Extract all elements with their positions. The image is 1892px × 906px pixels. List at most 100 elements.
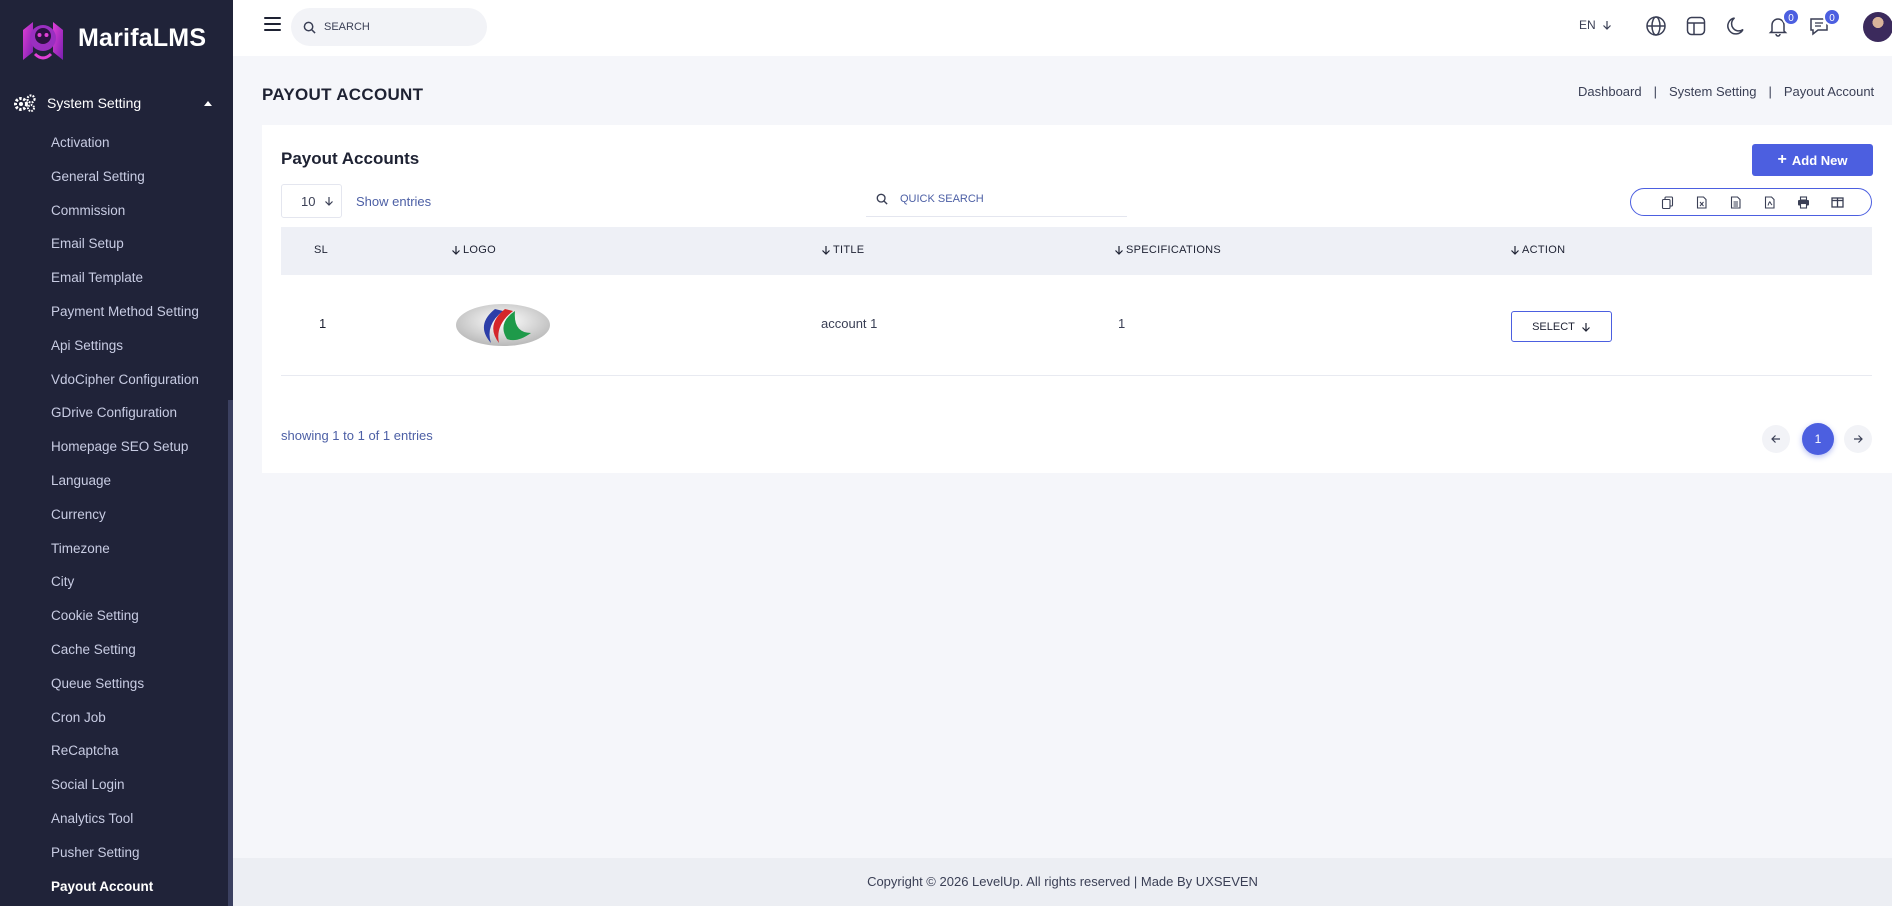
- page-length-select[interactable]: 10: [281, 184, 342, 218]
- language-label: EN: [1579, 18, 1596, 32]
- arrow-down-icon: [1602, 21, 1611, 30]
- sidebar-scrollbar[interactable]: [228, 400, 233, 906]
- footer: Copyright © 2026 LevelUp. All rights res…: [233, 858, 1892, 906]
- sidebar-item-queue-settings[interactable]: Queue Settings: [0, 667, 233, 701]
- quick-search-input[interactable]: [900, 192, 1100, 205]
- pdf-icon[interactable]: [1752, 189, 1786, 215]
- search-box[interactable]: [291, 8, 487, 46]
- sidebar-section-system-setting[interactable]: System Setting: [0, 80, 233, 126]
- column-header-sl[interactable]: SL: [314, 244, 328, 256]
- account-logo-image: [456, 304, 550, 346]
- breadcrumb-separator: |: [1653, 84, 1657, 99]
- print-icon[interactable]: [1786, 189, 1820, 215]
- bell-icon[interactable]: 0: [1767, 8, 1800, 39]
- action-select-label: SELECT: [1532, 320, 1575, 333]
- breadcrumb-dashboard[interactable]: Dashboard: [1578, 84, 1642, 99]
- avatar[interactable]: [1863, 12, 1892, 42]
- brand-logo-icon: [23, 22, 63, 60]
- sidebar-submenu: Activation General Setting Commission Em…: [0, 126, 233, 903]
- moon-icon[interactable]: [1726, 15, 1750, 39]
- action-select-button[interactable]: SELECT: [1511, 311, 1612, 342]
- message-badge: 0: [1823, 8, 1841, 26]
- copyright-text: Copyright © 2026 LevelUp. All rights res…: [867, 874, 1258, 889]
- card-title: Payout Accounts: [281, 149, 420, 168]
- sidebar-item-cron-job[interactable]: Cron Job: [0, 701, 233, 735]
- add-new-button[interactable]: + Add New: [1752, 144, 1873, 176]
- csv-icon[interactable]: [1718, 189, 1752, 215]
- arrow-down-icon: [1581, 322, 1590, 332]
- sidebar-item-cookie-setting[interactable]: Cookie Setting: [0, 599, 233, 633]
- sidebar-section-label: System Setting: [47, 95, 142, 111]
- sort-arrow-icon: [452, 246, 460, 255]
- sidebar-item-city[interactable]: City: [0, 565, 233, 599]
- menu-icon[interactable]: [264, 17, 281, 31]
- notification-badge: 0: [1782, 8, 1800, 26]
- caret-up-icon: [204, 100, 212, 106]
- table-header: SL LOGO TITLE SPECIFICATIONS ACTION: [281, 227, 1872, 275]
- brand-name: MarifaLMS: [78, 23, 207, 52]
- column-header-specifications[interactable]: SPECIFICATIONS: [1114, 244, 1221, 256]
- sort-arrow-icon: [1511, 246, 1519, 255]
- copy-icon[interactable]: [1650, 189, 1684, 215]
- quick-search[interactable]: [866, 181, 1127, 217]
- sidebar-item-email-setup[interactable]: Email Setup: [0, 227, 233, 261]
- sidebar-item-vdocipher-configuration[interactable]: VdoCipher Configuration: [0, 363, 233, 397]
- sidebar-item-recaptcha[interactable]: ReCaptcha: [0, 734, 233, 768]
- page-length-value: 10: [301, 193, 316, 209]
- breadcrumb-system-setting[interactable]: System Setting: [1669, 84, 1756, 99]
- sidebar-item-currency[interactable]: Currency: [0, 498, 233, 532]
- next-page-button[interactable]: [1844, 425, 1872, 453]
- sidebar-item-activation[interactable]: Activation: [0, 126, 233, 160]
- sidebar-item-homepage-seo-setup[interactable]: Homepage SEO Setup: [0, 430, 233, 464]
- sidebar-item-gdrive-configuration[interactable]: GDrive Configuration: [0, 396, 233, 430]
- column-header-title[interactable]: TITLE: [821, 244, 864, 256]
- table-row: 1 account 1 1 SELECT: [281, 275, 1872, 376]
- arrow-left-icon: [1771, 435, 1780, 443]
- cell-sl: 1: [319, 316, 327, 331]
- cell-specifications: 1: [1118, 316, 1126, 331]
- page-button-current[interactable]: 1: [1802, 423, 1834, 455]
- show-entries-label: Show entries: [356, 194, 432, 209]
- breadcrumb: Dashboard | System Setting | Payout Acco…: [1578, 84, 1874, 99]
- sidebar-item-timezone[interactable]: Timezone: [0, 532, 233, 566]
- sidebar-item-social-login[interactable]: Social Login: [0, 768, 233, 802]
- search-icon: [876, 193, 888, 205]
- sidebar-item-language[interactable]: Language: [0, 464, 233, 498]
- layout-icon[interactable]: [1685, 15, 1709, 39]
- excel-icon[interactable]: [1684, 189, 1718, 215]
- breadcrumb-payout-account: Payout Account: [1783, 84, 1875, 99]
- arrow-right-icon: [1854, 435, 1863, 443]
- sort-arrow-icon: [1115, 246, 1123, 255]
- add-new-label: Add New: [1791, 152, 1848, 168]
- export-button-group: [1630, 188, 1872, 216]
- sidebar-item-analytics-tool[interactable]: Analytics Tool: [0, 802, 233, 836]
- plus-icon: +: [1777, 151, 1787, 168]
- sidebar-item-payout-account[interactable]: Payout Account: [0, 870, 233, 904]
- topbar: EN 0 0: [233, 0, 1892, 56]
- columns-icon[interactable]: [1820, 189, 1854, 215]
- breadcrumb-separator: |: [1768, 84, 1772, 99]
- brand[interactable]: MarifaLMS: [0, 0, 233, 76]
- sidebar-item-api-settings[interactable]: Api Settings: [0, 329, 233, 363]
- sidebar-item-pusher-setting[interactable]: Pusher Setting: [0, 836, 233, 870]
- sidebar-item-payment-method-setting[interactable]: Payment Method Setting: [0, 295, 233, 329]
- cell-title: account 1: [821, 316, 878, 331]
- previous-page-button[interactable]: [1762, 425, 1790, 453]
- globe-icon[interactable]: [1645, 15, 1669, 39]
- search-input[interactable]: [324, 21, 474, 33]
- page-title: PAYOUT ACCOUNT: [262, 85, 424, 104]
- sidebar-item-cache-setting[interactable]: Cache Setting: [0, 633, 233, 667]
- chat-icon[interactable]: 0: [1808, 8, 1841, 39]
- sidebar-item-commission[interactable]: Commission: [0, 194, 233, 228]
- gears-icon: [14, 94, 36, 112]
- sort-arrow-icon: [822, 246, 830, 255]
- sidebar: MarifaLMS System Setting Activation Gene…: [0, 0, 233, 906]
- column-header-logo[interactable]: LOGO: [451, 244, 496, 256]
- payout-accounts-table: SL LOGO TITLE SPECIFICATIONS ACTION 1 ac…: [281, 227, 1872, 376]
- sidebar-item-email-template[interactable]: Email Template: [0, 261, 233, 295]
- sidebar-item-general-setting[interactable]: General Setting: [0, 160, 233, 194]
- search-icon: [303, 21, 316, 34]
- language-selector[interactable]: EN: [1579, 18, 1612, 32]
- arrow-down-icon: [325, 197, 334, 206]
- column-header-action[interactable]: ACTION: [1510, 244, 1565, 256]
